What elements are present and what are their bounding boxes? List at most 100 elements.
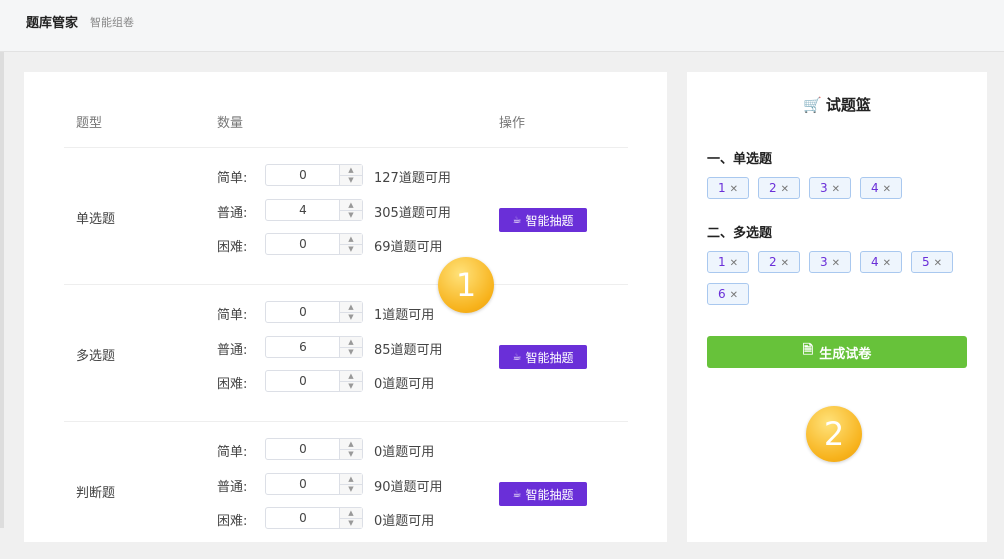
basket-item-tag[interactable]: 5 ✕ <box>911 251 953 273</box>
question-type-label: 多选题 <box>76 349 116 364</box>
quantity-value[interactable]: 0 <box>266 165 340 185</box>
cart-icon: 🛒 <box>803 96 822 114</box>
available-count: 127道题可用 <box>374 171 451 186</box>
quantity-stepper[interactable]: 0 ▲ ▼ <box>265 370 363 392</box>
decrement-icon[interactable]: ▼ <box>340 175 362 185</box>
difficulty-label: 简单: <box>217 445 248 460</box>
basket-item-number: 3 <box>819 181 828 195</box>
basket-item-tag[interactable]: 2 ✕ <box>758 251 800 273</box>
close-icon[interactable]: ✕ <box>730 258 738 269</box>
available-count: 90道题可用 <box>374 480 443 495</box>
quantity-stepper[interactable]: 0 ▲ ▼ <box>265 473 363 495</box>
document-icon: 🗎 <box>802 343 814 358</box>
cup-icon: ☕ <box>512 488 522 500</box>
close-icon[interactable]: ✕ <box>934 258 942 269</box>
difficulty-label: 简单: <box>217 308 248 323</box>
decrement-icon[interactable]: ▼ <box>340 347 362 357</box>
close-icon[interactable]: ✕ <box>832 184 840 195</box>
close-icon[interactable]: ✕ <box>781 258 789 269</box>
quantity-value[interactable]: 0 <box>266 234 340 254</box>
table-row-true-false: 判断题 简单: 0 ▲ ▼ 0道题可用 普通: 0 ▲ ▼ 90道题可用 困难: 0… <box>24 422 667 559</box>
basket-item-tag[interactable]: 2 ✕ <box>758 177 800 199</box>
basket-title: 🛒 试题篮 <box>687 94 987 115</box>
basket-section-tags: 1 ✕ 2 ✕ 3 ✕ 4 ✕ <box>707 177 977 209</box>
basket-item-number: 2 <box>768 181 777 195</box>
app-subtitle: 智能组卷 <box>90 16 134 29</box>
available-count: 1道题可用 <box>374 308 435 323</box>
table-row-multiple-choice: 多选题 简单: 0 ▲ ▼ 1道题可用 普通: 6 ▲ ▼ 85道题可用 困难: 0… <box>24 285 667 422</box>
difficulty-label: 困难: <box>217 377 248 392</box>
basket-item-tag[interactable]: 6 ✕ <box>707 283 749 305</box>
app-title: 题库管家 <box>26 16 79 31</box>
smart-draw-button[interactable]: ☕ 智能抽题 <box>499 345 587 369</box>
basket-item-number: 6 <box>717 287 726 301</box>
available-count: 69道题可用 <box>374 240 443 255</box>
basket-item-tag[interactable]: 3 ✕ <box>809 251 851 273</box>
basket-item-tag[interactable]: 3 ✕ <box>809 177 851 199</box>
difficulty-label: 普通: <box>217 343 248 358</box>
quantity-stepper[interactable]: 0 ▲ ▼ <box>265 507 363 529</box>
basket-title-text: 试题篮 <box>825 96 871 114</box>
smart-draw-button[interactable]: ☕ 智能抽题 <box>499 482 587 506</box>
basket-item-number: 1 <box>717 255 726 269</box>
basket-item-number: 4 <box>870 255 879 269</box>
difficulty-label: 普通: <box>217 480 248 495</box>
close-icon[interactable]: ✕ <box>730 184 738 195</box>
quantity-stepper[interactable]: 0 ▲ ▼ <box>265 301 363 323</box>
question-basket-card: 🛒 试题篮 一、单选题 1 ✕ 2 ✕ 3 ✕ 4 ✕ 二、多选题 1 ✕ 2 ✕ 3 ✕ 4 ✕… <box>687 72 987 542</box>
smart-draw-label: 智能抽题 <box>525 350 574 365</box>
decrement-icon[interactable]: ▼ <box>340 449 362 459</box>
cup-icon: ☕ <box>512 351 522 363</box>
annotation-marker-1: 1 <box>438 257 494 313</box>
quantity-value[interactable]: 0 <box>266 371 340 391</box>
close-icon[interactable]: ✕ <box>781 184 789 195</box>
basket-item-tag[interactable]: 1 ✕ <box>707 251 749 273</box>
smart-draw-label: 智能抽题 <box>525 487 574 502</box>
annotation-marker-2: 2 <box>806 406 862 462</box>
available-count: 0道题可用 <box>374 445 435 460</box>
generate-paper-button[interactable]: 🗎 生成试卷 <box>707 336 967 368</box>
quantity-value[interactable]: 4 <box>266 200 340 220</box>
available-count: 85道题可用 <box>374 343 443 358</box>
question-type-label: 单选题 <box>76 212 116 227</box>
basket-section-title: 二、多选题 <box>707 226 773 241</box>
difficulty-label: 困难: <box>217 240 248 255</box>
left-strip <box>0 52 4 528</box>
quantity-value[interactable]: 0 <box>266 302 340 322</box>
quantity-value[interactable]: 0 <box>266 474 340 494</box>
table-row-single-choice: 单选题 简单: 0 ▲ ▼ 127道题可用 普通: 4 ▲ ▼ 305道题可用 困难… <box>24 148 667 285</box>
basket-item-tag[interactable]: 4 ✕ <box>860 251 902 273</box>
column-header-action: 操作 <box>499 116 526 131</box>
decrement-icon[interactable]: ▼ <box>340 312 362 322</box>
smart-draw-label: 智能抽题 <box>525 213 574 228</box>
close-icon[interactable]: ✕ <box>730 290 738 301</box>
basket-section-tags: 1 ✕ 2 ✕ 3 ✕ 4 ✕ 5 ✕ 6 ✕ <box>707 251 977 315</box>
basket-item-number: 5 <box>921 255 930 269</box>
difficulty-label: 困难: <box>217 514 248 529</box>
quantity-value[interactable]: 6 <box>266 337 340 357</box>
basket-item-tag[interactable]: 4 ✕ <box>860 177 902 199</box>
decrement-icon[interactable]: ▼ <box>340 381 362 391</box>
basket-item-number: 2 <box>768 255 777 269</box>
close-icon[interactable]: ✕ <box>832 258 840 269</box>
quantity-stepper[interactable]: 6 ▲ ▼ <box>265 336 363 358</box>
quantity-stepper[interactable]: 4 ▲ ▼ <box>265 199 363 221</box>
available-count: 0道题可用 <box>374 514 435 529</box>
quantity-stepper[interactable]: 0 ▲ ▼ <box>265 164 363 186</box>
close-icon[interactable]: ✕ <box>883 258 891 269</box>
decrement-icon[interactable]: ▼ <box>340 210 362 220</box>
smart-draw-button[interactable]: ☕ 智能抽题 <box>499 208 587 232</box>
quantity-stepper[interactable]: 0 ▲ ▼ <box>265 233 363 255</box>
quantity-value[interactable]: 0 <box>266 508 340 528</box>
close-icon[interactable]: ✕ <box>883 184 891 195</box>
generate-paper-label: 生成试卷 <box>819 346 872 362</box>
quantity-value[interactable]: 0 <box>266 439 340 459</box>
decrement-icon[interactable]: ▼ <box>340 244 362 254</box>
column-header-count: 数量 <box>217 116 244 131</box>
decrement-icon[interactable]: ▼ <box>340 484 362 494</box>
available-count: 0道题可用 <box>374 377 435 392</box>
quantity-stepper[interactable]: 0 ▲ ▼ <box>265 438 363 460</box>
difficulty-label: 简单: <box>217 171 248 186</box>
basket-item-tag[interactable]: 1 ✕ <box>707 177 749 199</box>
decrement-icon[interactable]: ▼ <box>340 518 362 528</box>
